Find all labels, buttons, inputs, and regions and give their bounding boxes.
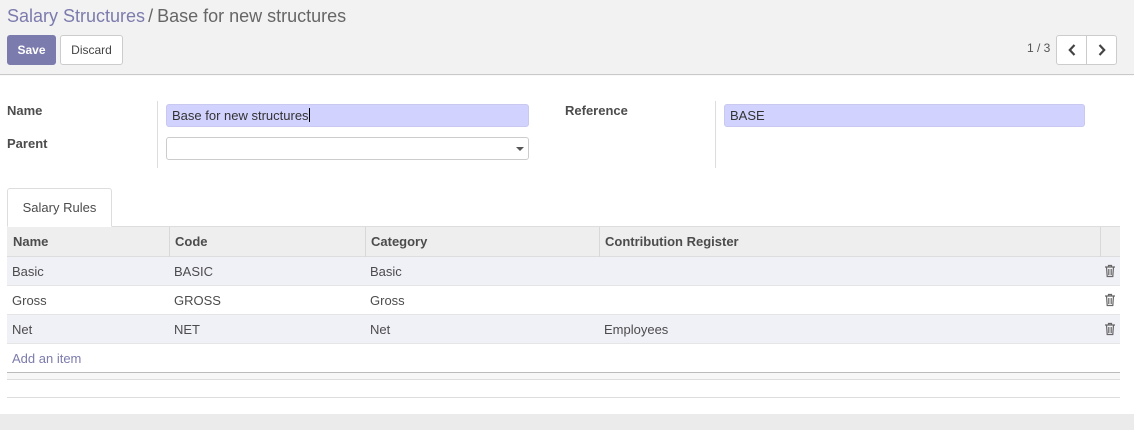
save-button[interactable]: Save <box>7 35 56 65</box>
caret-down-icon <box>516 147 524 151</box>
column-header-name[interactable]: Name <box>13 227 48 256</box>
column-divider <box>1100 227 1101 257</box>
tab-salary-rules[interactable]: Salary Rules <box>7 188 112 227</box>
text-cursor <box>308 108 310 122</box>
column-divider <box>365 227 366 257</box>
pager-previous-button[interactable] <box>1056 35 1087 65</box>
reference-input[interactable]: BASE <box>724 104 1085 127</box>
breadcrumb-parent-link[interactable]: Salary Structures <box>7 6 145 26</box>
add-item-link[interactable]: Add an item <box>12 351 81 366</box>
parent-label: Parent <box>7 136 48 151</box>
name-label: Name <box>7 103 43 118</box>
breadcrumb-current: Base for new structures <box>157 6 347 26</box>
table-row[interactable]: Basic BASIC Basic <box>7 257 1120 286</box>
reference-label: Reference <box>565 103 628 118</box>
cell-name: Gross <box>12 292 47 308</box>
name-input-value: Base for new structures <box>172 108 309 123</box>
table-footer <box>7 372 1120 380</box>
name-input[interactable]: Base for new structures <box>166 104 529 127</box>
divider <box>7 397 1120 398</box>
trash-icon[interactable] <box>1104 322 1116 336</box>
cell-category: Net <box>370 321 391 337</box>
discard-button[interactable]: Discard <box>60 35 123 65</box>
pager-next-button[interactable] <box>1086 35 1117 65</box>
table-row[interactable]: Net NET Net Employees <box>7 315 1120 344</box>
reference-input-value: BASE <box>730 108 765 123</box>
cell-contribution-register: Employees <box>604 321 669 337</box>
pager-value[interactable]: 1 / 3 <box>1027 41 1050 55</box>
table-row[interactable]: Gross GROSS Gross <box>7 286 1120 315</box>
cell-name: Net <box>12 321 33 337</box>
page-background <box>0 414 1134 430</box>
trash-icon[interactable] <box>1104 264 1116 278</box>
column-header-contribution-register[interactable]: Contribution Register <box>605 227 739 256</box>
cell-code: BASIC <box>174 263 214 279</box>
divider <box>157 101 158 168</box>
cell-code: NET <box>174 321 200 337</box>
cell-category: Basic <box>370 263 402 279</box>
control-panel: Salary Structures / Base for new structure… <box>0 0 1134 75</box>
parent-select[interactable] <box>166 137 529 160</box>
chevron-right-icon <box>1098 44 1106 56</box>
trash-icon[interactable] <box>1104 293 1116 307</box>
form-sheet: Name Parent Base for new structures Refe… <box>0 76 1134 430</box>
breadcrumb: Salary Structures / Base for new structure… <box>7 6 346 27</box>
table-header: Name Code Category Contribution Register <box>7 227 1120 257</box>
cell-code: GROSS <box>174 292 221 308</box>
column-header-category[interactable]: Category <box>371 227 427 256</box>
cell-name: Basic <box>12 263 44 279</box>
column-divider <box>169 227 170 257</box>
divider <box>715 101 716 168</box>
chevron-left-icon <box>1067 44 1075 56</box>
cell-category: Gross <box>370 292 405 308</box>
column-divider <box>599 227 600 257</box>
column-header-code[interactable]: Code <box>175 227 208 256</box>
breadcrumb-separator: / <box>148 6 154 26</box>
